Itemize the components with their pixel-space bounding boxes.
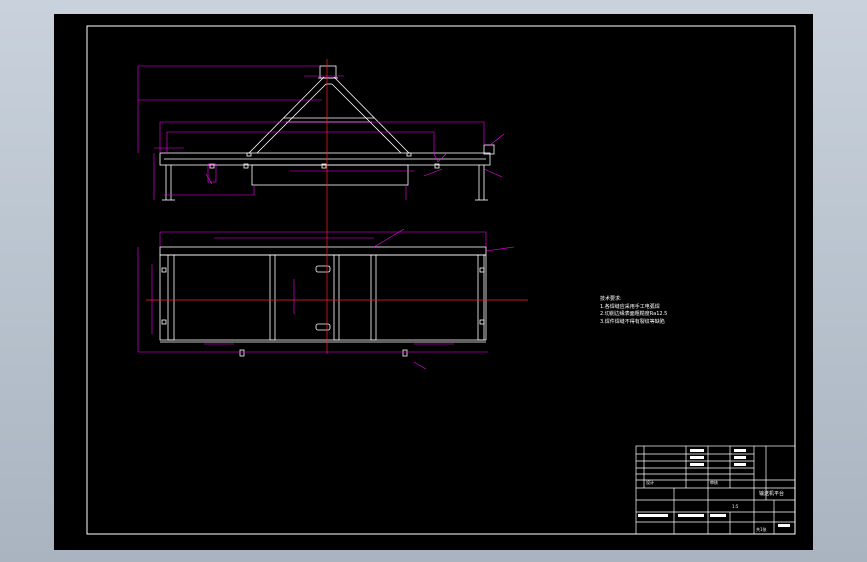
technical-notes: 技术要求: 1.各焊缝应采用手工电弧焊 2.切削边缘表面粗糙度Ra12.5 3.… [600, 296, 667, 326]
scale-text: 1:5 [732, 504, 739, 509]
truss-foot-left [246, 152, 252, 157]
plan-view-dimensions [137, 228, 515, 370]
plan-foot-2 [402, 349, 408, 357]
cad-drawing: 输送机平台 设计 审核 1:5 共1张 [86, 25, 796, 535]
title-block [635, 445, 796, 535]
plan-body [159, 254, 487, 341]
plan-foot-1 [239, 349, 245, 357]
under-frame [251, 164, 409, 186]
truss-right-inner [331, 83, 402, 154]
checker-text: 审核 [710, 479, 718, 485]
note-item: 1.各焊缝应采用手工电弧焊 [600, 303, 660, 310]
sheet-border [86, 25, 796, 535]
post-2 [269, 254, 276, 341]
notes-title: 技术要求: [600, 296, 622, 302]
plan-view [159, 246, 487, 357]
truss-foot-right [406, 152, 412, 157]
note-item: 3.焊件焊缝不得有裂纹等缺陷 [600, 318, 665, 325]
drawing-name-text: 输送机平台 [759, 490, 784, 497]
front-view-dimensions [137, 65, 505, 200]
bracket-top [315, 265, 331, 273]
note-item: 2.切削边缘表面粗糙度Ra12.5 [600, 311, 668, 317]
post-1 [167, 254, 175, 341]
sheet-text: 共1张 [756, 526, 767, 532]
post-3 [333, 254, 340, 341]
designer-text: 设计 [646, 479, 654, 485]
truss-left-outer [248, 76, 325, 154]
cad-viewport[interactable]: 输送机平台 设计 审核 1:5 共1张 技术要求: 1.各焊缝应采用手工电弧焊 … [54, 14, 813, 550]
truss-right-outer [333, 76, 410, 154]
bracket-bottom [315, 323, 331, 331]
truss-left-inner [256, 83, 327, 154]
post-4 [370, 254, 377, 341]
plan-top-rail [159, 246, 487, 256]
centerlines [146, 59, 528, 354]
